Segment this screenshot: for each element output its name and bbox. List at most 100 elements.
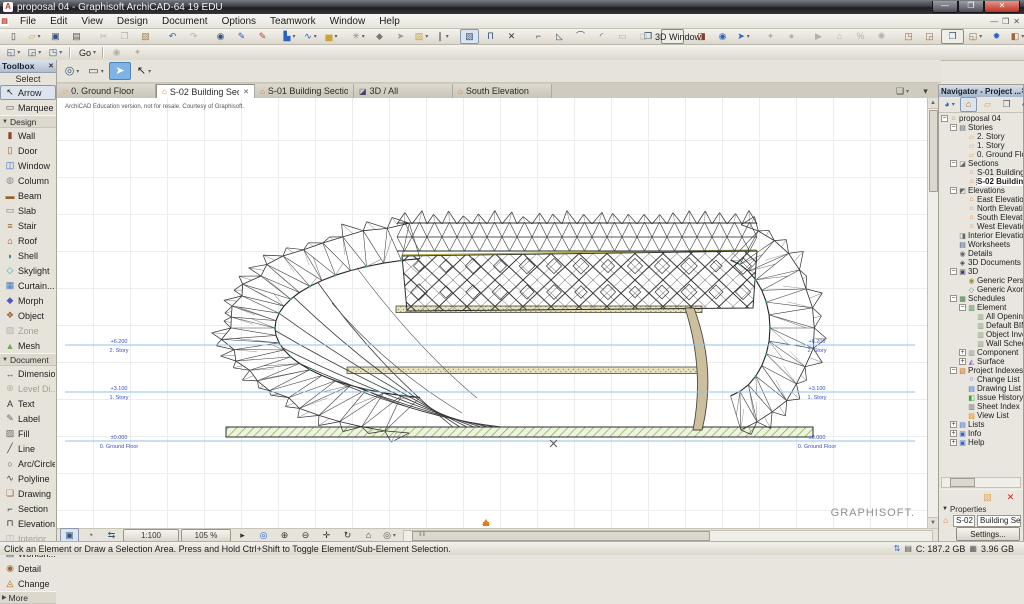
tool-column[interactable]: ◍Column	[0, 173, 56, 188]
tree-expander-icon[interactable]: +	[950, 421, 957, 428]
close-marquee[interactable]: ✕	[502, 29, 521, 44]
explore[interactable]: ➤▾	[734, 29, 753, 44]
tool-slab[interactable]: ▭Slab	[0, 203, 56, 218]
navigator-item-west-elevation[interactable]: −⌂West Elevation (	[939, 222, 1023, 231]
viewpoint-id-field[interactable]: S-02	[953, 515, 975, 527]
tool-elevation[interactable]: ⊓Elevation	[0, 516, 56, 531]
run-mode[interactable]: ➤	[109, 62, 131, 80]
menu-design[interactable]: Design	[110, 16, 155, 27]
3d-window[interactable]: ❒3D Window	[661, 29, 684, 44]
delete-viewpoint[interactable]: ✕	[1001, 490, 1020, 504]
scroll-up-icon[interactable]: ▲	[928, 98, 938, 109]
vertical-scrollbar[interactable]: ▲ ▼	[927, 98, 938, 528]
tree-expander-icon[interactable]: −	[950, 124, 957, 131]
tool-mesh[interactable]: ▲Mesh	[0, 338, 56, 353]
tool-morph[interactable]: ◆Morph	[0, 293, 56, 308]
camera[interactable]: ◨	[692, 29, 711, 44]
tool-fill[interactable]: ▨Fill	[0, 426, 56, 441]
cutting-plane[interactable]: ◆	[370, 29, 389, 44]
navigator-item-interior-elevations[interactable]: −◨Interior Elevations	[939, 231, 1023, 240]
navigator-item-s-01-building-se[interactable]: −⌂S-01 Building Se	[939, 168, 1023, 177]
navigator-item-south-elevation[interactable]: −⌂South Elevation	[939, 213, 1023, 222]
tool-skylight[interactable]: ◇Skylight	[0, 263, 56, 278]
navigator-item-details[interactable]: −◉Details	[939, 249, 1023, 258]
navigator-item-3d[interactable]: −▣3D	[939, 267, 1023, 276]
navigator-item-object-inve[interactable]: −▥Object Inve	[939, 330, 1023, 339]
navigator-item-change-list[interactable]: −○Change List	[939, 375, 1023, 384]
go-menu[interactable]: Go▾	[74, 45, 98, 60]
virtual-trace[interactable]: ◱▾	[966, 29, 985, 44]
tab-list[interactable]: ❏▾	[893, 84, 912, 98]
marquee-tool[interactable]: ▧	[460, 29, 479, 44]
tree-expander-icon[interactable]: +	[950, 430, 957, 437]
anchor[interactable]: ❙▾	[433, 29, 452, 44]
tab-south-elevation[interactable]: ⌂South Elevation	[453, 84, 552, 98]
inject-parameters[interactable]: ✎	[253, 29, 272, 44]
new-viewpoint[interactable]: ▧	[978, 490, 997, 504]
save-file[interactable]: ▣	[46, 29, 65, 44]
navigator-item-default-bim[interactable]: −▥Default BIM	[939, 321, 1023, 330]
tool-section[interactable]: ⌐Section	[0, 501, 56, 516]
minimize-button[interactable]: —	[932, 1, 958, 13]
fillet[interactable]: ◜	[592, 29, 611, 44]
navigator-item-schedules[interactable]: −▦Schedules	[939, 294, 1023, 303]
tool-marquee[interactable]: ▭Marquee	[0, 100, 56, 115]
navigator-item-north-elevation[interactable]: −⌂North Elevation	[939, 204, 1023, 213]
tree-expander-icon[interactable]: −	[950, 295, 957, 302]
navigator-scrollbar[interactable]	[941, 477, 1021, 488]
tool-detail[interactable]: ◉Detail	[0, 561, 56, 576]
find-select[interactable]: ◉	[211, 29, 230, 44]
navigator-item-wall-schedu[interactable]: −▥Wall Schedu	[939, 339, 1023, 348]
navigator-item-surface[interactable]: +◭Surface	[939, 357, 1023, 366]
tool-polyline[interactable]: ∿Polyline	[0, 471, 56, 486]
menu-file[interactable]: File	[13, 16, 43, 27]
tool-text[interactable]: AText	[0, 396, 56, 411]
settings-button[interactable]: Settings...	[956, 527, 1020, 541]
mdi-restore-icon[interactable]: ❒	[1002, 17, 1009, 26]
pickup-parameters[interactable]: ✎	[232, 29, 251, 44]
tree-expander-icon[interactable]: −	[950, 268, 957, 275]
toolbox-section-more[interactable]: ▶More	[0, 591, 56, 604]
tree-expander-icon[interactable]: +	[950, 439, 957, 446]
tool-curtain[interactable]: ▦Curtain...	[0, 278, 56, 293]
navigator-item-1-story[interactable]: −▱1. Story	[939, 141, 1023, 150]
navigator-item-elevations[interactable]: −◩Elevations	[939, 186, 1023, 195]
navigator-item-proposal-04[interactable]: −⌂proposal 04	[939, 114, 1023, 123]
tool-door[interactable]: ▯Door	[0, 143, 56, 158]
tool-line[interactable]: ╱Line	[0, 441, 56, 456]
tool-wall[interactable]: ▮Wall	[0, 128, 56, 143]
tree-expander-icon[interactable]: +	[959, 349, 966, 356]
mdi-close-icon[interactable]: ✕	[1013, 17, 1020, 26]
horizontal-scroll-thumb[interactable]: ⦀⦀	[412, 531, 710, 541]
tool-beam[interactable]: ▬Beam	[0, 188, 56, 203]
navigator-item-info[interactable]: +▣Info	[939, 429, 1023, 438]
fills[interactable]: ▧▾	[412, 29, 431, 44]
vertical-scroll-thumb[interactable]	[929, 110, 938, 192]
tab-s-02-building-section[interactable]: ⌂S-02 Building Section✕	[156, 84, 255, 98]
tab-options[interactable]: ▾	[916, 84, 935, 98]
snap-guides[interactable]: ✳▾	[349, 29, 368, 44]
navigator-scroll-thumb[interactable]	[950, 478, 975, 487]
mark-up[interactable]: ✹	[987, 29, 1006, 44]
navigator-item-worksheets[interactable]: −▤Worksheets	[939, 240, 1023, 249]
toolbox-section-design[interactable]: ▼Design	[0, 115, 56, 128]
menu-options[interactable]: Options	[215, 16, 263, 27]
project-map[interactable]: ⌂	[960, 97, 977, 112]
paste[interactable]: ▨	[136, 29, 155, 44]
tool-shell[interactable]: ◗Shell	[0, 248, 56, 263]
tree-expander-icon[interactable]: −	[950, 367, 957, 374]
tree-expander-icon[interactable]: −	[950, 187, 957, 194]
navigator-item-drawing-list[interactable]: −▤Drawing List	[939, 384, 1023, 393]
drawing-area[interactable]: +6.2002. Story+6.2002. Story+3.1001. Sto…	[57, 98, 938, 528]
toolbox-close-icon[interactable]: ✕	[48, 62, 54, 70]
maximize-button[interactable]: ❐	[958, 1, 984, 13]
window-profile-1[interactable]: ◱▾	[4, 45, 23, 60]
horizontal-scrollbar[interactable]: ⦀⦀	[403, 530, 933, 542]
review[interactable]: ◧▾	[1008, 29, 1024, 44]
tree-expander-icon[interactable]: −	[950, 160, 957, 167]
navigator-item-issue-history[interactable]: −◧Issue History	[939, 393, 1023, 402]
navigator-item-generic-axonom[interactable]: −◇Generic Axonom	[939, 285, 1023, 294]
tool-dimension[interactable]: ↔Dimension	[0, 366, 56, 381]
undo[interactable]: ↶	[163, 29, 182, 44]
navigator-item-stories[interactable]: −▤Stories	[939, 123, 1023, 132]
